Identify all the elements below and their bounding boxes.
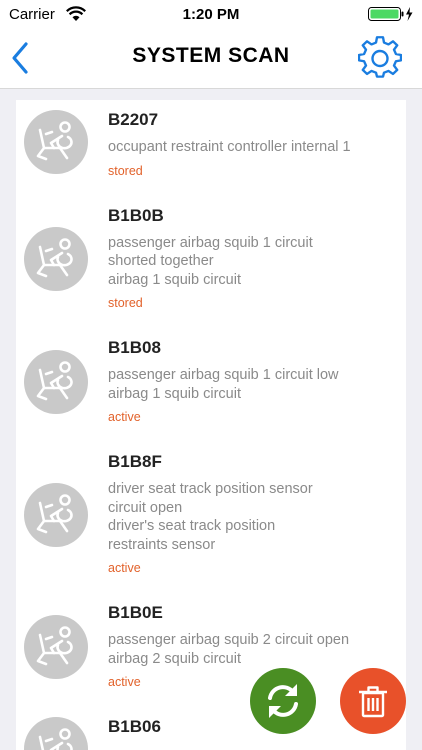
- trash-icon: [359, 686, 387, 718]
- fault-code: B1B0E: [108, 603, 163, 622]
- seat-airbag-icon: [24, 717, 88, 750]
- fault-description-line: driver's seat track position: [108, 518, 276, 534]
- refresh-button[interactable]: [250, 668, 316, 734]
- fault-description-line: occupant restraint controller internal 1: [108, 139, 351, 155]
- status-badge: active: [108, 410, 141, 424]
- fault-description-line: passenger airbag squib 2 circuit open: [108, 632, 350, 648]
- settings-button[interactable]: [357, 36, 403, 80]
- fault-description-line: passenger airbag squib 1 circuit: [108, 234, 313, 251]
- code-list-item[interactable]: B2207 occupant restraint controller inter…: [16, 110, 406, 180]
- fault-description-line: circuit open: [108, 499, 183, 516]
- fault-description-line: driver seat track position sensor: [108, 481, 313, 497]
- fault-description-line: airbag 2 squib circuit: [108, 650, 241, 667]
- fault-description-line: airbag 1 squib circuit: [108, 385, 241, 402]
- refresh-icon: [268, 684, 298, 718]
- status-badge: active: [108, 675, 141, 689]
- fault-description: occupant restraint controller internal 1: [108, 138, 398, 157]
- fault-code: B1B08: [108, 338, 161, 357]
- gear-icon: [357, 36, 403, 78]
- seat-airbag-icon: [24, 350, 88, 414]
- clock: 1:20 PM: [182, 6, 240, 23]
- fault-code: B2207: [108, 110, 159, 129]
- fault-description-line: shorted together: [108, 253, 214, 269]
- fault-code: B1B0B: [108, 205, 164, 225]
- fault-description: passenger airbag squib 1 circuit shorted …: [108, 234, 398, 290]
- status-badge: active: [108, 561, 141, 575]
- seat-airbag-icon: [24, 615, 88, 679]
- scan-results-list[interactable]: B2207 occupant restraint controller inter…: [16, 100, 406, 750]
- fault-description-line: airbag 1 squib circuit: [108, 271, 241, 288]
- fault-description: passenger airbag squib 1 circuit low airb…: [108, 366, 398, 403]
- fault-description: passenger airbag squib 2 circuit open air…: [108, 631, 398, 668]
- status-badge: stored: [108, 163, 143, 178]
- seat-airbag-icon: [24, 226, 88, 291]
- fault-description: driver seat track position sensor circuit…: [108, 480, 398, 554]
- code-list-item[interactable]: B1B0B passenger airbag squib 1 circuit sho…: [16, 206, 406, 313]
- delete-button[interactable]: [340, 668, 406, 734]
- battery-charging-icon: [368, 6, 414, 22]
- status-bar: Carrier 1:20 PM: [0, 0, 422, 30]
- nav-bar: SYSTEM SCAN: [0, 30, 422, 89]
- code-list-item[interactable]: B1B08 passenger airbag squib 1 circuit lo…: [16, 338, 406, 426]
- fault-description-line: restraints sensor: [108, 536, 216, 553]
- fault-description-line: passenger airbag squib 1 circuit low: [108, 367, 339, 383]
- seat-airbag-icon: [24, 482, 88, 547]
- seat-airbag-icon: [24, 110, 88, 174]
- status-badge: stored: [108, 296, 143, 310]
- fault-code: B1B06: [108, 717, 161, 736]
- fault-code: B1B8F: [108, 452, 162, 471]
- code-list-item[interactable]: B1B8F driver seat track position sensor ci…: [16, 452, 406, 577]
